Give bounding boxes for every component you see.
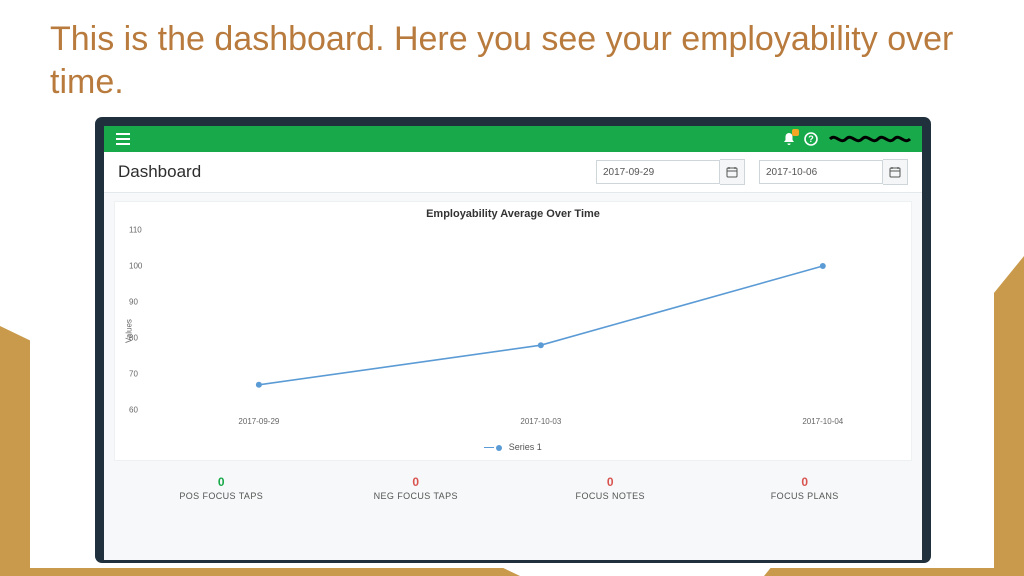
chart-plot-area: 607080901001102017-09-292017-10-032017-1…: [155, 230, 897, 410]
help-icon[interactable]: ?: [800, 128, 822, 150]
counter-label: POS FOCUS TAPS: [124, 491, 319, 501]
chart-ytick: 110: [129, 226, 142, 235]
chart-ytick: 80: [129, 334, 138, 343]
notifications-bell-icon[interactable]: [778, 128, 800, 150]
chart-title: Employability Average Over Time: [115, 202, 911, 220]
chart-legend: Series 1: [115, 442, 911, 452]
chart-ytick: 100: [129, 262, 142, 271]
date-to-group: 2017-10-06: [759, 159, 908, 185]
counter-label: FOCUS NOTES: [513, 491, 708, 501]
counter-value: 0: [513, 475, 708, 489]
counter-focus-notes[interactable]: 0 FOCUS NOTES: [513, 475, 708, 501]
chart-xtick: 2017-10-03: [520, 417, 561, 426]
hamburger-menu-icon[interactable]: [112, 128, 134, 150]
counter-label: FOCUS PLANS: [708, 491, 903, 501]
chart-ytick: 60: [129, 406, 138, 415]
slide-stage: This is the dashboard. Here you see your…: [0, 0, 1024, 576]
app-inner: ? Dashboard 2017-09-29 2017-10-06: [104, 126, 922, 560]
counter-neg-focus-taps[interactable]: 0 NEG FOCUS TAPS: [319, 475, 514, 501]
date-to-calendar-icon[interactable]: [883, 159, 908, 185]
counter-value: 0: [124, 475, 319, 489]
date-from-input[interactable]: 2017-09-29: [596, 160, 720, 184]
counter-pos-focus-taps[interactable]: 0 POS FOCUS TAPS: [124, 475, 319, 501]
chart-ytick: 90: [129, 298, 138, 307]
user-name-redacted[interactable]: [828, 132, 914, 146]
employability-chart: Employability Average Over Time Values 6…: [114, 201, 912, 461]
date-from-calendar-icon[interactable]: [720, 159, 745, 185]
counter-value: 0: [319, 475, 514, 489]
chart-xtick: 2017-09-29: [238, 417, 279, 426]
chart-xtick: 2017-10-04: [802, 417, 843, 426]
legend-series-label: Series 1: [509, 442, 542, 452]
date-to-input[interactable]: 2017-10-06: [759, 160, 883, 184]
date-from-group: 2017-09-29: [596, 159, 745, 185]
chart-ytick: 70: [129, 370, 138, 379]
slide-headline: This is the dashboard. Here you see your…: [50, 18, 964, 103]
counters-row: 0 POS FOCUS TAPS 0 NEG FOCUS TAPS 0 FOCU…: [104, 461, 922, 501]
counter-label: NEG FOCUS TAPS: [319, 491, 514, 501]
app-frame: ? Dashboard 2017-09-29 2017-10-06: [98, 120, 928, 560]
counter-value: 0: [708, 475, 903, 489]
counter-focus-plans[interactable]: 0 FOCUS PLANS: [708, 475, 903, 501]
app-topbar: ?: [104, 126, 922, 152]
panel-header: Dashboard 2017-09-29 2017-10-06: [104, 152, 922, 193]
svg-text:?: ?: [808, 134, 814, 144]
page-title: Dashboard: [118, 162, 201, 182]
